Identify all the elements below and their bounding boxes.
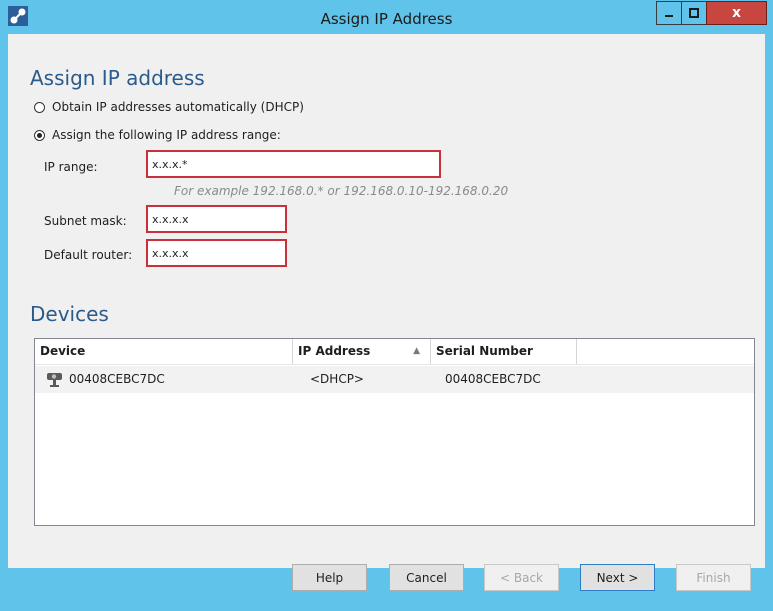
close-button[interactable]: x (706, 1, 767, 25)
column-header-ip-address[interactable]: IP Address ▲ (293, 339, 431, 364)
devices-table[interactable]: Device IP Address ▲ Serial Number 00408C (34, 338, 755, 526)
devices-heading: Devices (30, 302, 109, 326)
back-button[interactable]: < Back (484, 564, 559, 591)
device-name-cell: 00408CEBC7DC (69, 372, 165, 386)
devices-table-header: Device IP Address ▲ Serial Number (35, 339, 754, 365)
range-radio[interactable] (34, 129, 45, 141)
dhcp-option[interactable]: Obtain IP addresses automatically (DHCP) (34, 100, 304, 114)
ip-range-hint: For example 192.168.0.* or 192.168.0.10-… (174, 184, 509, 198)
ip-address-cell: <DHCP> (310, 372, 364, 386)
subnet-mask-input[interactable] (146, 205, 287, 233)
column-header-ip-address-label: IP Address (298, 344, 371, 358)
dhcp-radio[interactable] (34, 101, 45, 113)
column-header-device[interactable]: Device (35, 339, 293, 364)
range-option-label: Assign the following IP address range: (52, 128, 281, 142)
ip-range-label: IP range: (44, 160, 98, 174)
maximize-button[interactable] (681, 1, 707, 25)
minimize-icon (665, 15, 673, 17)
camera-icon (45, 372, 65, 388)
column-header-serial-number[interactable]: Serial Number (431, 339, 577, 364)
next-button[interactable]: Next > (580, 564, 655, 591)
finish-button[interactable]: Finish (676, 564, 751, 591)
assign-ip-heading: Assign IP address (30, 66, 205, 90)
table-row[interactable]: 00408CEBC7DC <DHCP> 00408CEBC7DC (35, 366, 754, 393)
default-router-label: Default router: (44, 248, 133, 262)
title-bar: Assign IP Address x (0, 0, 773, 34)
serial-number-cell: 00408CEBC7DC (445, 372, 541, 386)
subnet-mask-label: Subnet mask: (44, 214, 127, 228)
sort-ascending-icon: ▲ (413, 346, 420, 356)
dhcp-option-label: Obtain IP addresses automatically (DHCP) (52, 100, 304, 114)
default-router-input[interactable] (146, 239, 287, 267)
ip-range-input[interactable] (146, 150, 441, 178)
minimize-button[interactable] (656, 1, 682, 25)
help-button[interactable]: Help (292, 564, 367, 591)
range-option[interactable]: Assign the following IP address range: (34, 128, 281, 142)
dialog-body: Assign IP address Obtain IP addresses au… (8, 34, 765, 568)
cancel-button[interactable]: Cancel (389, 564, 464, 591)
assign-ip-window: Assign IP Address x Assign IP address Ob… (0, 0, 773, 611)
close-icon: x (731, 5, 742, 21)
maximize-icon (689, 8, 699, 18)
